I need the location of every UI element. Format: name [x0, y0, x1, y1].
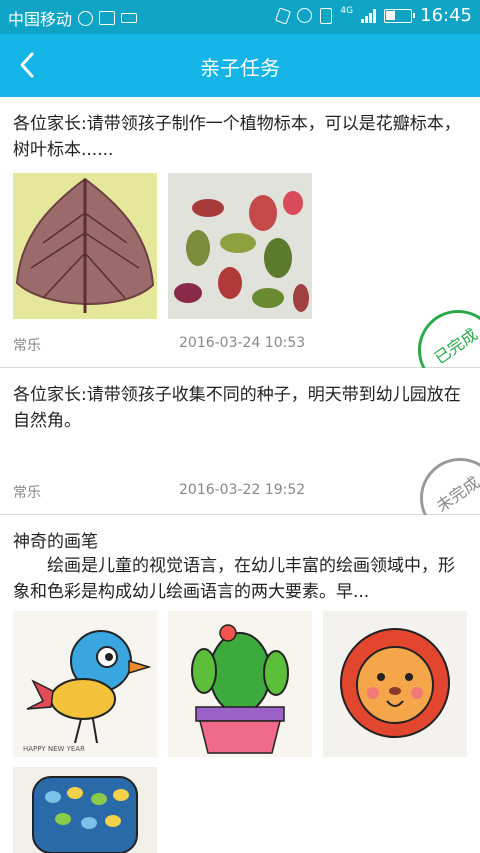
- task-title: 神奇的画笔: [13, 532, 98, 552]
- leaf-skeleton-image[interactable]: [13, 173, 157, 319]
- clock: 16:45: [420, 5, 472, 26]
- signal-icon: [361, 8, 377, 23]
- pressed-leaves-image[interactable]: [168, 173, 312, 319]
- task-author: 常乐: [13, 485, 41, 501]
- vibrate-icon: [275, 6, 292, 25]
- task-date: 2016-03-24 10:53: [179, 335, 306, 351]
- lion-drawing-image[interactable]: [323, 611, 467, 757]
- task-text: 绘画是儿童的视觉语言，在幼儿丰富的绘画领域中，形象和色彩是构成幼儿绘画语言的两大…: [13, 556, 455, 602]
- network-type: 4G: [340, 6, 354, 16]
- sim-icon: [320, 7, 333, 24]
- tree-drawing-image[interactable]: [13, 767, 157, 853]
- task-text: 各位家长:请带领孩子收集不同的种子，明天带到幼儿园放在自然角。: [13, 385, 461, 431]
- cactus-drawing-image[interactable]: [168, 611, 312, 757]
- battery-icon: [384, 8, 416, 23]
- task-card[interactable]: 各位家长:请带领孩子收集不同的种子，明天带到幼儿园放在自然角。 常乐 2016-…: [0, 368, 480, 538]
- carrier-label: 中国移动: [8, 10, 73, 29]
- task-card[interactable]: 各位家长:请带领孩子制作一个植物标本，可以是花瓣标本，树叶标本...... 常乐…: [0, 97, 480, 390]
- alarm-icon: [297, 8, 313, 23]
- status-bar: 中国移动 4G 16:45: [0, 0, 480, 34]
- task-author: 常乐: [13, 338, 41, 354]
- task-card[interactable]: 神奇的画笔 绘画是儿童的视觉语言，在幼儿丰富的绘画领域中，形象和色彩是构成幼儿绘…: [0, 515, 480, 853]
- app-header: 亲子任务: [0, 34, 480, 97]
- task-text: 各位家长:请带领孩子制作一个植物标本，可以是花瓣标本，树叶标本......: [13, 114, 461, 160]
- image-icon: [99, 11, 116, 25]
- stamp-label: 已完成: [430, 324, 480, 368]
- task-date: 2016-03-22 19:52: [179, 482, 306, 498]
- bird-caption: HAPPY NEW YEAR: [23, 745, 85, 753]
- stamp-label: 未完成: [432, 472, 480, 516]
- keyboard-icon: [121, 13, 138, 23]
- wechat-icon: [78, 10, 94, 26]
- bird-drawing-image[interactable]: HAPPY NEW YEAR: [13, 611, 157, 757]
- page-title: 亲子任务: [200, 56, 280, 80]
